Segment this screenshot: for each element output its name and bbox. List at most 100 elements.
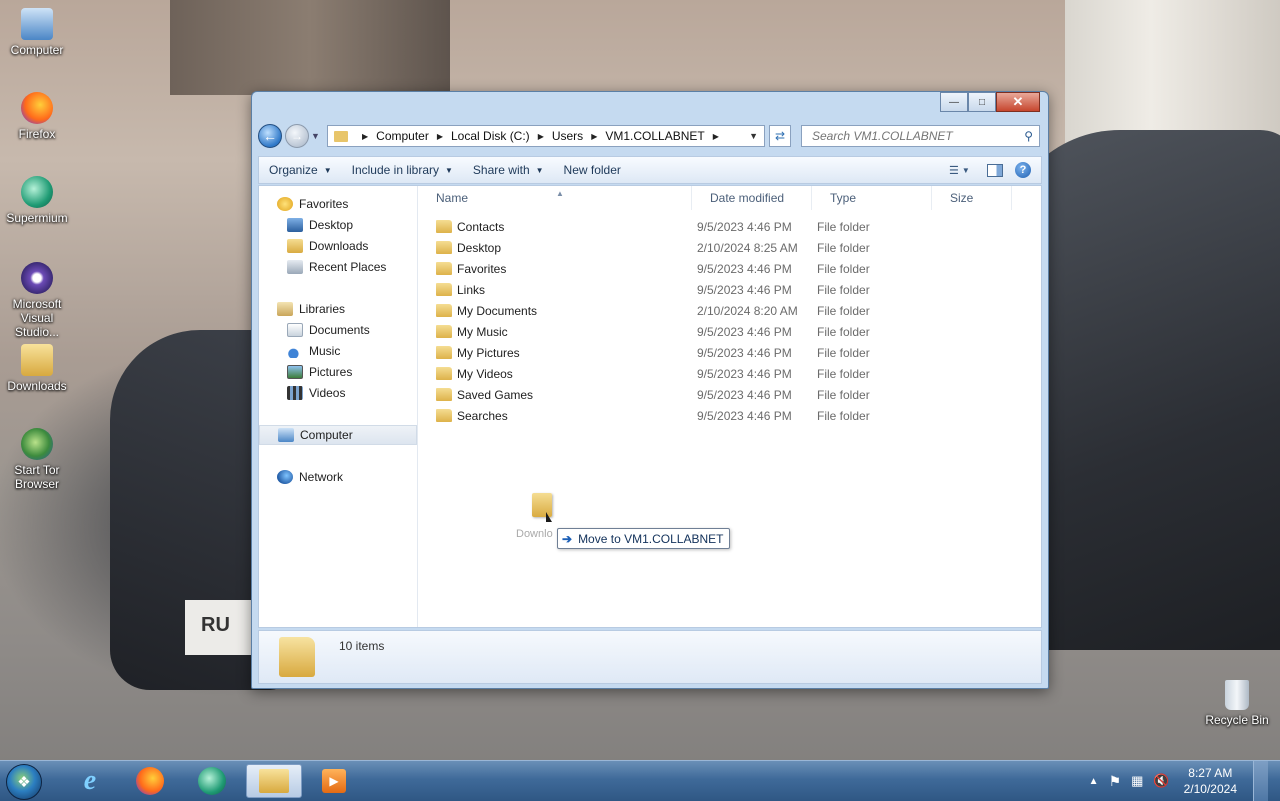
help-icon[interactable]: ? xyxy=(1015,162,1031,178)
search-input[interactable] xyxy=(810,128,1014,144)
table-row[interactable]: My Music 9/5/2023 4:46 PM File folder xyxy=(436,321,1036,342)
supermium-icon xyxy=(198,767,226,795)
desktop-icon-downloads[interactable]: Downloads xyxy=(0,344,74,393)
chevron-right-icon[interactable]: ▶ xyxy=(591,132,597,141)
column-header-date[interactable]: Date modified xyxy=(692,186,812,210)
breadcrumb-users[interactable]: Users xyxy=(552,129,583,143)
change-view-button[interactable]: ☰ ▼ xyxy=(949,163,975,177)
mouse-cursor-icon xyxy=(546,512,552,522)
file-date: 9/5/2023 4:46 PM xyxy=(697,345,792,360)
share-with-button[interactable]: Share with ▼ xyxy=(463,163,554,177)
nav-label: Computer xyxy=(300,428,353,442)
table-row[interactable]: Favorites 9/5/2023 4:46 PM File folder xyxy=(436,258,1036,279)
desktop-icon-label: Firefox xyxy=(18,127,56,141)
chevron-right-icon: ▶ xyxy=(362,131,369,141)
column-label: Date modified xyxy=(710,191,785,205)
clock[interactable]: 8:27 AM 2/10/2024 xyxy=(1184,765,1237,797)
file-type: File folder xyxy=(817,219,870,234)
table-row[interactable]: Contacts 9/5/2023 4:46 PM File folder xyxy=(436,216,1036,237)
volume-muted-icon[interactable]: 🔇 xyxy=(1153,773,1169,789)
minimize-button[interactable]: — xyxy=(940,92,968,112)
preview-pane-icon[interactable] xyxy=(987,163,1003,177)
nav-network[interactable]: Network xyxy=(259,467,435,487)
forward-button[interactable]: → xyxy=(285,124,309,148)
maximize-button[interactable]: □ xyxy=(968,92,996,112)
refresh-button[interactable]: ⇄ xyxy=(769,125,791,147)
nav-label: Favorites xyxy=(299,197,349,211)
new-folder-label: New folder xyxy=(563,163,621,177)
file-name: My Pictures xyxy=(457,345,520,360)
desktop-icon-recycle-bin[interactable]: Recycle Bin xyxy=(1200,680,1274,727)
file-date: 9/5/2023 4:46 PM xyxy=(697,324,792,339)
taskbar-media-player[interactable]: ▶ xyxy=(306,764,362,798)
nav-computer[interactable]: Computer xyxy=(259,425,417,445)
taskbar-explorer[interactable] xyxy=(246,764,302,798)
desktop-icon-visual-studio[interactable]: Microsoft Visual Studio... xyxy=(0,262,74,339)
folder-icon xyxy=(436,304,452,317)
music-icon xyxy=(287,344,303,358)
breadcrumb-local-disk[interactable]: Local Disk (C:) xyxy=(451,129,530,143)
column-header-type[interactable]: Type xyxy=(812,186,932,210)
internet-explorer-icon: e xyxy=(83,765,97,796)
show-desktop-button[interactable] xyxy=(1253,761,1268,801)
file-type: File folder xyxy=(817,387,870,402)
close-button[interactable]: ✕ xyxy=(996,92,1040,112)
taskbar-supermium[interactable] xyxy=(184,764,240,798)
nav-libraries[interactable]: Libraries xyxy=(259,299,435,319)
new-folder-button[interactable]: New folder xyxy=(554,163,631,177)
chevron-right-icon[interactable]: ▶ xyxy=(437,132,443,141)
table-row[interactable]: My Documents 2/10/2024 8:20 AM File folder xyxy=(436,300,1036,321)
navigation-pane: Favorites Desktop Downloads Recent Place… xyxy=(259,186,418,627)
table-row[interactable]: Searches 9/5/2023 4:46 PM File folder xyxy=(436,405,1036,426)
action-center-flag-icon[interactable]: ⚑ xyxy=(1109,773,1122,790)
include-in-library-button[interactable]: Include in library ▼ xyxy=(342,163,463,177)
star-icon xyxy=(277,197,293,211)
nav-favorites[interactable]: Favorites xyxy=(259,194,435,214)
search-box[interactable]: ⚲ xyxy=(801,125,1040,147)
recent-pages-dropdown[interactable]: ▼ xyxy=(311,131,323,141)
folder-icon xyxy=(334,130,348,142)
item-count: 10 items xyxy=(339,639,385,653)
show-hidden-icons-icon[interactable]: ▲ xyxy=(1089,776,1099,787)
file-type: File folder xyxy=(817,366,870,381)
file-date: 2/10/2024 8:25 AM xyxy=(697,240,798,255)
nav-label: Downloads xyxy=(309,239,369,253)
table-row[interactable]: My Videos 9/5/2023 4:46 PM File folder xyxy=(436,363,1036,384)
back-button[interactable]: ← xyxy=(258,124,282,148)
chevron-right-icon[interactable]: ▶ xyxy=(713,132,719,141)
table-row[interactable]: Desktop 2/10/2024 8:25 AM File folder xyxy=(436,237,1036,258)
column-header-size[interactable]: Size xyxy=(932,186,1012,210)
address-bar[interactable]: ▶ Computer ▶ Local Disk (C:) ▶ Users ▶ V… xyxy=(327,125,765,147)
address-dropdown-icon[interactable]: ▼ xyxy=(749,131,758,141)
search-icon[interactable]: ⚲ xyxy=(1024,129,1033,143)
column-header-name[interactable]: Name ▲ xyxy=(418,186,692,210)
breadcrumb-vm1-collabnet[interactable]: VM1.COLLABNET xyxy=(605,129,704,143)
desktop-icon-supermium[interactable]: Supermium xyxy=(0,176,74,225)
table-row[interactable]: Links 9/5/2023 4:46 PM File folder xyxy=(436,279,1036,300)
tor-icon xyxy=(21,428,53,460)
firefox-icon xyxy=(136,767,164,795)
desktop-icon-computer[interactable]: Computer xyxy=(0,8,74,57)
clock-date: 2/10/2024 xyxy=(1183,782,1237,796)
folder-icon xyxy=(21,344,53,376)
organize-button[interactable]: Organize ▼ xyxy=(259,163,342,177)
taskbar-internet-explorer[interactable]: e xyxy=(62,764,118,798)
start-button[interactable]: ❖ xyxy=(6,764,42,800)
minimize-icon: — xyxy=(949,96,959,108)
taskbar-firefox[interactable] xyxy=(122,764,178,798)
breadcrumb-computer[interactable]: Computer xyxy=(376,129,429,143)
desktop-icon-firefox[interactable]: Firefox xyxy=(0,92,74,141)
forward-arrow-icon: → xyxy=(291,129,303,143)
desktop-icon-tor[interactable]: Start Tor Browser xyxy=(0,428,74,491)
desktop-icon-label: Computer xyxy=(10,43,64,57)
file-name: My Music xyxy=(457,324,508,339)
network-status-icon[interactable]: ▦ xyxy=(1131,773,1143,789)
file-name: Saved Games xyxy=(457,387,534,402)
folder-icon xyxy=(436,220,452,233)
documents-icon xyxy=(287,323,303,337)
table-row[interactable]: My Pictures 9/5/2023 4:46 PM File folder xyxy=(436,342,1036,363)
system-tray: ▲ ⚑ ▦ 🔇 8:27 AM 2/10/2024 xyxy=(1089,761,1280,801)
chevron-right-icon[interactable]: ▶ xyxy=(538,132,544,141)
table-row[interactable]: Saved Games 9/5/2023 4:46 PM File folder xyxy=(436,384,1036,405)
nav-label: Libraries xyxy=(299,302,346,316)
